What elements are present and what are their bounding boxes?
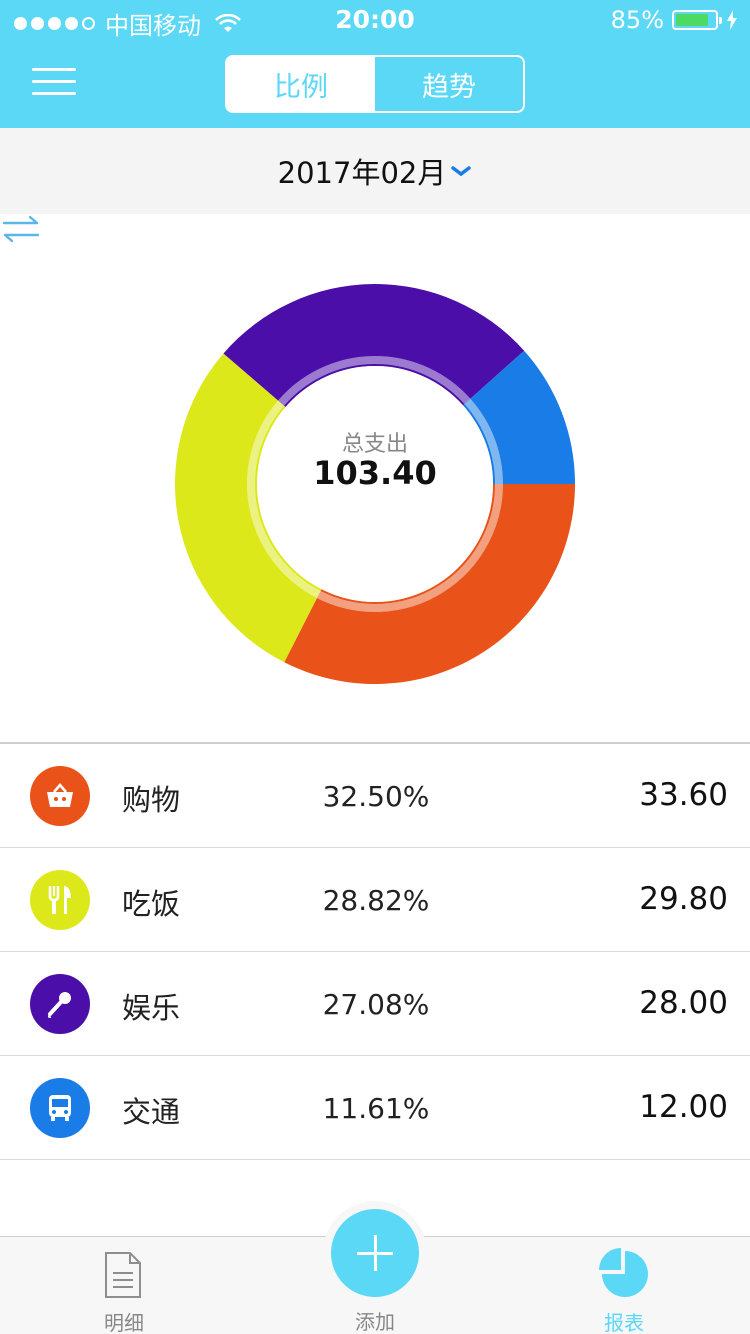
category-name: 购物 (122, 783, 181, 817)
category-name: 交通 (122, 1095, 181, 1129)
fork-knife-icon (30, 870, 90, 930)
category-amount: 12.00 (639, 1089, 728, 1125)
charging-icon (727, 10, 737, 30)
status-bar: 中国移动 20:00 85% (0, 0, 750, 40)
pie-chart-icon (599, 1248, 648, 1297)
total-expense-value: 103.40 (313, 454, 437, 492)
month-selector-bar: 2017年02月 (0, 128, 750, 214)
category-name: 吃饭 (122, 887, 181, 921)
list-item-entertainment[interactable]: 娱乐 27.08% 28.00 (0, 952, 750, 1056)
category-percent: 27.08% (322, 988, 430, 1021)
add-button[interactable] (331, 1209, 419, 1297)
expense-chart: 总支出 103.40 (0, 214, 750, 742)
tab-ratio[interactable]: 比例 (227, 57, 375, 111)
category-percent: 11.61% (322, 1092, 430, 1125)
view-mode-segmented-control: 比例 趋势 (225, 55, 525, 113)
list-item-transport[interactable]: 交通 11.61% 12.00 (0, 1056, 750, 1160)
category-amount: 33.60 (639, 777, 728, 813)
menu-icon[interactable] (32, 68, 76, 98)
document-icon (105, 1252, 141, 1298)
category-amount: 28.00 (639, 985, 728, 1021)
chevron-down-icon (451, 166, 472, 177)
basket-icon (30, 766, 90, 826)
list-item-shopping[interactable]: 购物 32.50% 33.60 (0, 744, 750, 848)
category-list: 购物 32.50% 33.60 吃饭 28.82% 29.80 娱乐 27.08… (0, 744, 750, 1160)
category-amount: 29.80 (639, 881, 728, 917)
bus-icon (30, 1078, 90, 1138)
list-item-dining[interactable]: 吃饭 28.82% 29.80 (0, 848, 750, 952)
category-name: 娱乐 (122, 991, 181, 1025)
microphone-icon (30, 974, 90, 1034)
category-percent: 28.82% (322, 884, 430, 917)
tab-trend[interactable]: 趋势 (375, 57, 523, 111)
tab-detail[interactable]: 明细 (60, 1237, 188, 1334)
month-label: 2017年02月 (277, 156, 447, 190)
tab-report[interactable]: 报表 (560, 1237, 688, 1334)
swap-arrows-icon[interactable] (0, 214, 42, 244)
tab-detail-label: 明细 (104, 1311, 144, 1334)
add-button-label: 添加 (355, 1310, 395, 1334)
tab-report-label: 报表 (604, 1311, 644, 1334)
battery-icon (672, 10, 722, 30)
battery-percent: 85% (610, 6, 664, 34)
month-selector[interactable]: 2017年02月 (278, 150, 473, 192)
category-percent: 32.50% (322, 780, 430, 813)
header: 中国移动 20:00 85% 比例 趋势 (0, 0, 750, 128)
